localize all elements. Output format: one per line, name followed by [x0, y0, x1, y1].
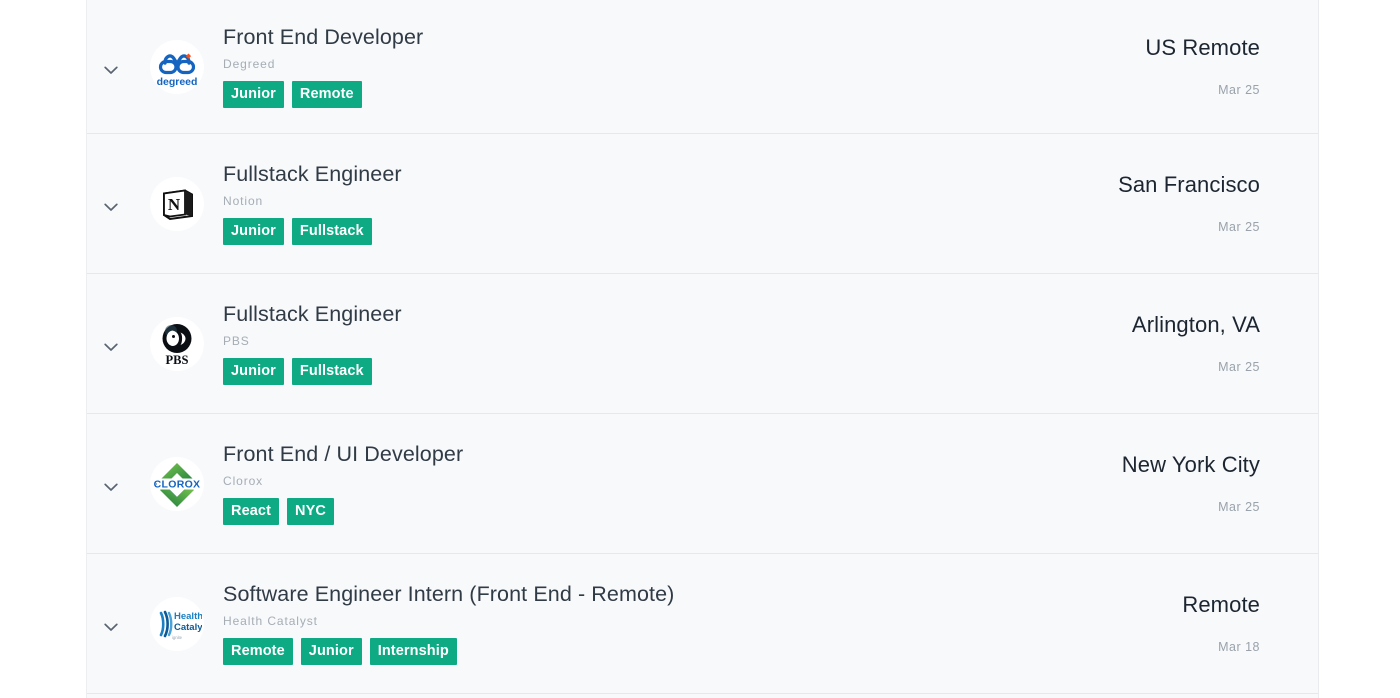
- chevron-down-icon[interactable]: [103, 199, 118, 211]
- expand-toggle[interactable]: [87, 414, 134, 553]
- job-tag[interactable]: Remote: [223, 637, 293, 666]
- chevron-down-icon[interactable]: [103, 479, 118, 491]
- job-location: US Remote: [1145, 35, 1260, 61]
- company-logo-cell: Health Catalyst ignite: [134, 554, 220, 693]
- svg-text:CLOROX: CLOROX: [154, 478, 201, 490]
- job-tag[interactable]: Remote: [291, 80, 362, 109]
- job-location: San Francisco: [1118, 172, 1260, 198]
- job-tag[interactable]: Internship: [369, 637, 457, 666]
- job-list-item[interactable]: degreed Front End Developer Degreed Junior…: [87, 0, 1318, 134]
- job-posted-date: Mar 25: [1218, 359, 1260, 374]
- job-tag[interactable]: Junior: [223, 357, 284, 386]
- expand-toggle[interactable]: [87, 554, 134, 693]
- job-title[interactable]: Front End Developer: [223, 25, 988, 50]
- job-tag[interactable]: Fullstack: [291, 357, 372, 386]
- chevron-down-icon[interactable]: [103, 619, 118, 631]
- company-name: PBS: [223, 334, 250, 349]
- job-info: Front End / UI Developer Clorox React NYC: [220, 442, 988, 526]
- company-logo-cell: CLOROX: [134, 414, 220, 553]
- svg-text:PBS: PBS: [166, 353, 189, 367]
- job-tag[interactable]: React: [223, 497, 279, 526]
- job-tag[interactable]: Fullstack: [291, 217, 372, 246]
- expand-toggle[interactable]: [87, 274, 134, 413]
- svg-text:ignite: ignite: [172, 635, 183, 640]
- job-title[interactable]: Fullstack Engineer: [223, 302, 988, 327]
- job-posted-date: Mar 25: [1218, 219, 1260, 234]
- job-tag[interactable]: Junior: [223, 80, 284, 109]
- job-listings-list: degreed Front End Developer Degreed Junior…: [86, 0, 1319, 698]
- expand-toggle[interactable]: [87, 134, 134, 273]
- job-tag[interactable]: Junior: [223, 217, 284, 246]
- job-meta: US Remote Mar 25: [988, 35, 1318, 97]
- job-posted-date: Mar 25: [1218, 499, 1260, 514]
- job-meta: New York City Mar 25: [988, 452, 1318, 514]
- job-location: New York City: [1121, 452, 1260, 478]
- svg-text:degreed: degreed: [157, 76, 198, 88]
- clorox-logo: CLOROX: [150, 456, 204, 511]
- degreed-logo: degreed: [150, 39, 204, 94]
- svg-text:Catalyst: Catalyst: [174, 622, 202, 633]
- job-posted-date: Mar 18: [1218, 639, 1260, 654]
- job-list-item[interactable]: Health Catalyst ignite Software Engineer…: [87, 554, 1318, 694]
- job-tags: React NYC: [223, 497, 988, 526]
- job-title[interactable]: Fullstack Engineer: [223, 162, 988, 187]
- job-title[interactable]: Front End / UI Developer: [223, 442, 988, 467]
- job-list-item[interactable]: CLOROX Front End / UI Developer Clorox Rea…: [87, 414, 1318, 554]
- job-title[interactable]: Software Engineer Intern (Front End - Re…: [223, 582, 988, 607]
- expand-toggle[interactable]: [87, 0, 134, 133]
- job-board-app: degreed Front End Developer Degreed Junior…: [0, 0, 1400, 698]
- job-location: Remote: [1182, 592, 1260, 618]
- job-meta: Remote Mar 18: [988, 592, 1318, 654]
- job-tags: Junior Remote: [223, 80, 988, 109]
- company-name: Clorox: [223, 474, 264, 489]
- pbs-logo: PBS: [150, 316, 204, 371]
- job-posted-date: Mar 25: [1218, 82, 1260, 97]
- svg-text:Health: Health: [174, 611, 202, 622]
- job-tags: Junior Fullstack: [223, 357, 988, 386]
- job-info: Software Engineer Intern (Front End - Re…: [220, 582, 988, 666]
- notion-logo: N: [150, 176, 204, 231]
- job-tags: Remote Junior Internship: [223, 637, 988, 666]
- job-meta: San Francisco Mar 25: [988, 172, 1318, 234]
- company-logo-cell: PBS: [134, 274, 220, 413]
- company-name: Health Catalyst: [223, 614, 318, 629]
- job-tag[interactable]: NYC: [287, 497, 334, 526]
- job-info: Fullstack Engineer Notion Junior Fullstack: [220, 162, 988, 246]
- job-list-item[interactable]: PBS Fullstack Engineer PBS Junior Fullstack…: [87, 274, 1318, 414]
- company-name: Degreed: [223, 57, 276, 72]
- health-catalyst-logo: Health Catalyst ignite: [150, 596, 204, 651]
- company-name: Notion: [223, 194, 264, 209]
- job-tags: Junior Fullstack: [223, 217, 988, 246]
- chevron-down-icon[interactable]: [103, 339, 118, 351]
- job-info: Front End Developer Degreed Junior Remote: [220, 25, 988, 109]
- job-tag[interactable]: Junior: [300, 637, 362, 666]
- job-location: Arlington, VA: [1131, 312, 1260, 338]
- company-logo-cell: degreed: [134, 0, 220, 133]
- chevron-down-icon[interactable]: [103, 62, 118, 74]
- job-info: Fullstack Engineer PBS Junior Fullstack: [220, 302, 988, 386]
- job-meta: Arlington, VA Mar 25: [988, 312, 1318, 374]
- svg-text:N: N: [168, 195, 181, 214]
- company-logo-cell: N: [134, 134, 220, 273]
- job-list-item[interactable]: N Fullstack Engineer Notion Junior Fullstac…: [87, 134, 1318, 274]
